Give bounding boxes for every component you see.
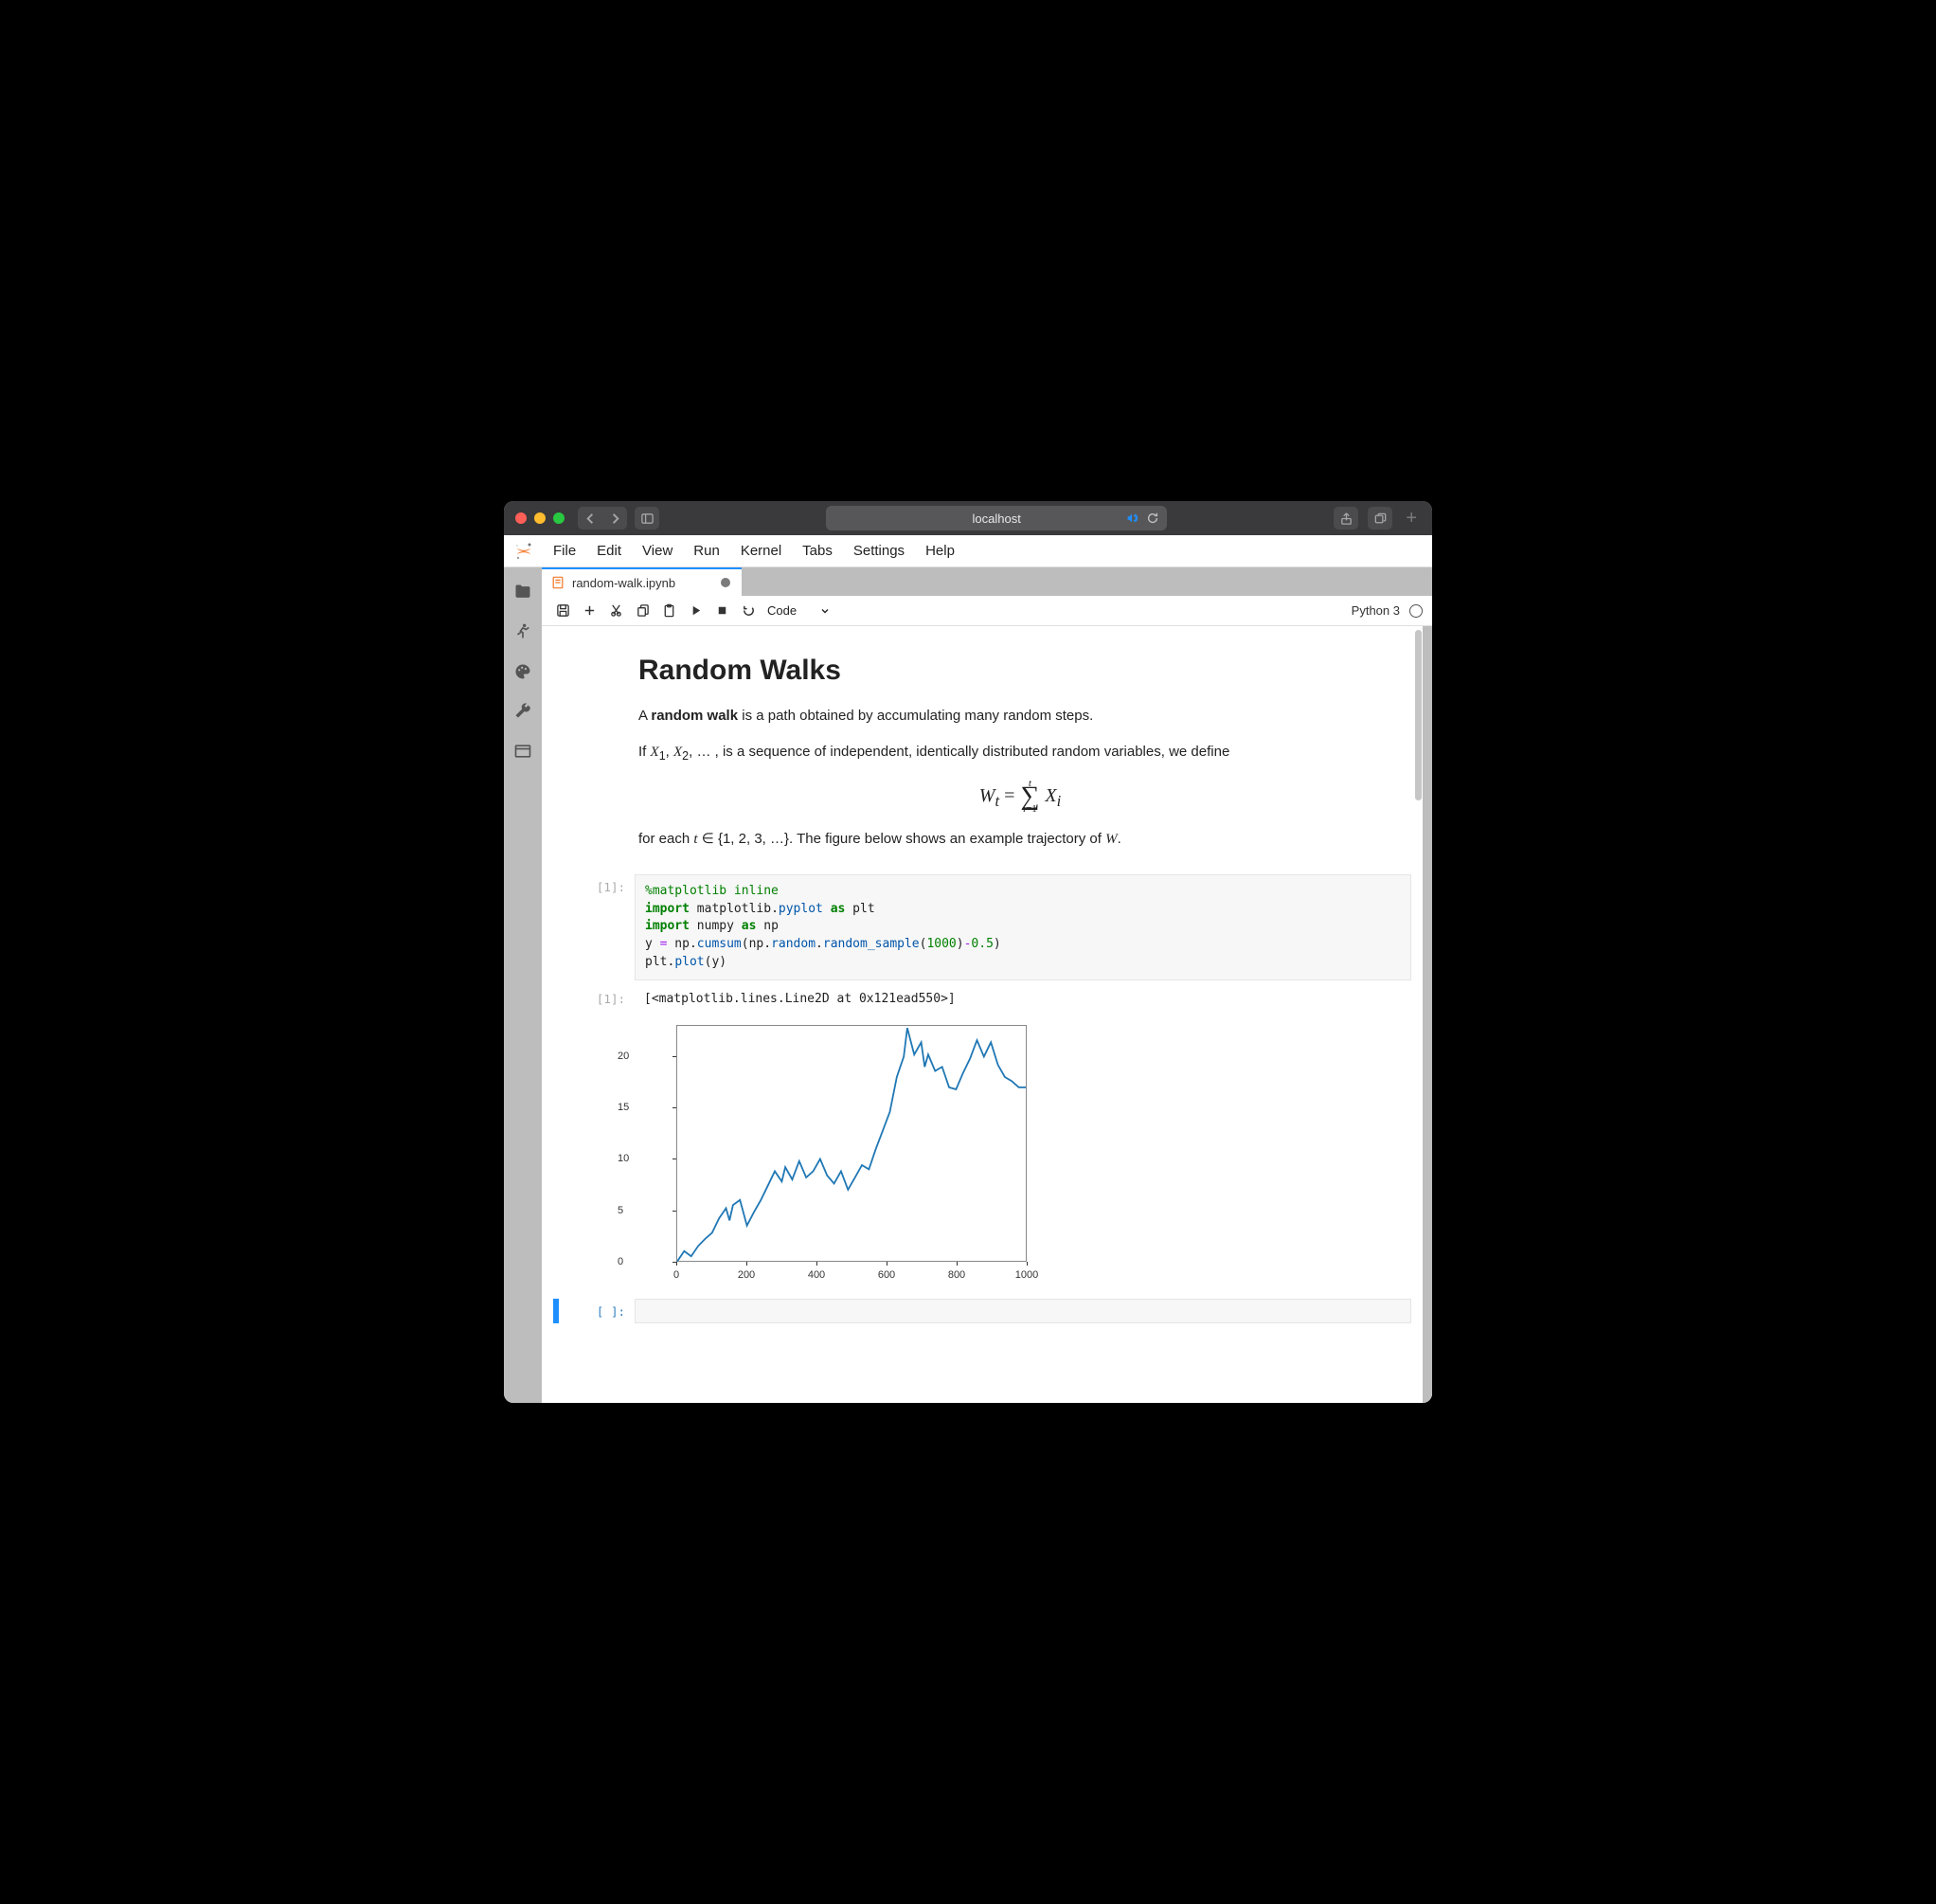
audio-icon: [1125, 512, 1138, 525]
address-text: localhost: [973, 512, 1021, 526]
md-paragraph: If X1, X2, … , is a sequence of independ…: [638, 742, 1402, 765]
input-prompt: [ ]:: [559, 1299, 635, 1323]
page-title: Random Walks: [638, 649, 1402, 692]
menu-run[interactable]: Run: [684, 537, 729, 565]
copy-button[interactable]: [631, 600, 654, 622]
tabs-button[interactable]: [1368, 507, 1392, 530]
stop-button[interactable]: [710, 600, 733, 622]
notebook-tab[interactable]: random-walk.ipynb: [542, 567, 742, 596]
chevron-down-icon: [819, 605, 831, 617]
menu-view[interactable]: View: [633, 537, 682, 565]
kernel-indicator[interactable]: Python 3: [1352, 603, 1423, 618]
share-button[interactable]: [1334, 507, 1358, 530]
wrench-icon[interactable]: [513, 702, 532, 721]
scrollbar[interactable]: [1414, 626, 1423, 1403]
save-button[interactable]: [551, 600, 574, 622]
menu-edit[interactable]: Edit: [587, 537, 631, 565]
new-tab-button[interactable]: +: [1402, 508, 1421, 530]
menubar: File Edit View Run Kernel Tabs Settings …: [504, 535, 1432, 567]
workspace: random-walk.ipynb Code: [542, 567, 1432, 1403]
paste-button[interactable]: [657, 600, 680, 622]
plot-output: 0510152002004006008001000: [553, 1017, 1411, 1287]
chart: [676, 1025, 1027, 1262]
activitybar: [504, 567, 542, 1403]
titlebar: localhost +: [504, 501, 1432, 535]
menu-tabs[interactable]: Tabs: [793, 537, 842, 565]
browser-window: localhost + File Edit View Run Kernel Ta…: [504, 501, 1432, 1403]
menu-kernel[interactable]: Kernel: [731, 537, 791, 565]
maximize-window-button[interactable]: [553, 512, 565, 524]
jupyter-logo-icon: [513, 541, 534, 562]
address-bar[interactable]: localhost: [826, 506, 1167, 530]
minimize-window-button[interactable]: [534, 512, 546, 524]
forward-button[interactable]: [602, 507, 627, 530]
back-button[interactable]: [578, 507, 602, 530]
input-prompt: [1]:: [559, 874, 635, 980]
tab-filename: random-walk.ipynb: [572, 576, 675, 590]
code-cell[interactable]: [1]: %matplotlib inline import matplotli…: [553, 874, 1411, 980]
tabs-panel-icon[interactable]: [513, 742, 532, 761]
palette-icon[interactable]: [513, 662, 532, 681]
menu-help[interactable]: Help: [916, 537, 964, 565]
notebook-toolbar: Code Python 3: [542, 596, 1432, 626]
notebook[interactable]: Random Walks A random walk is a path obt…: [542, 626, 1432, 1403]
add-cell-button[interactable]: [578, 600, 601, 622]
close-window-button[interactable]: [515, 512, 527, 524]
running-icon[interactable]: [513, 622, 532, 641]
nav-buttons: [578, 507, 627, 530]
reload-icon[interactable]: [1146, 512, 1159, 525]
celltype-label: Code: [767, 603, 797, 618]
menu-file[interactable]: File: [544, 537, 585, 565]
window-controls: [515, 512, 565, 524]
md-paragraph: for each t ∈ {1, 2, 3, …}. The figure be…: [638, 829, 1402, 851]
cut-button[interactable]: [604, 600, 627, 622]
dirty-indicator-icon: [721, 578, 730, 587]
kernel-status-icon: [1409, 604, 1423, 618]
md-paragraph: A random walk is a path obtained by accu…: [638, 706, 1402, 727]
notebook-icon: [551, 576, 565, 589]
tabbar: random-walk.ipynb: [542, 567, 1432, 596]
code-input[interactable]: %matplotlib inline import matplotlib.pyp…: [635, 874, 1411, 980]
equation: Wt = t ∑ i=1 Xi: [638, 779, 1402, 815]
files-icon[interactable]: [513, 583, 532, 602]
output-cell: [1]: [<matplotlib.lines.Line2D at 0x121e…: [553, 986, 1411, 1012]
output-prompt: [1]:: [559, 986, 635, 1012]
empty-code-cell[interactable]: [ ]:: [553, 1299, 1411, 1323]
menu-settings[interactable]: Settings: [844, 537, 914, 565]
sidebar-toggle-button[interactable]: [635, 507, 659, 530]
restart-button[interactable]: [737, 600, 760, 622]
run-button[interactable]: [684, 600, 707, 622]
kernel-name: Python 3: [1352, 603, 1400, 618]
output-text: [<matplotlib.lines.Line2D at 0x121ead550…: [635, 986, 1411, 1012]
celltype-select[interactable]: Code: [767, 603, 831, 618]
code-input[interactable]: [635, 1299, 1411, 1323]
markdown-cell[interactable]: Random Walks A random walk is a path obt…: [553, 643, 1411, 869]
